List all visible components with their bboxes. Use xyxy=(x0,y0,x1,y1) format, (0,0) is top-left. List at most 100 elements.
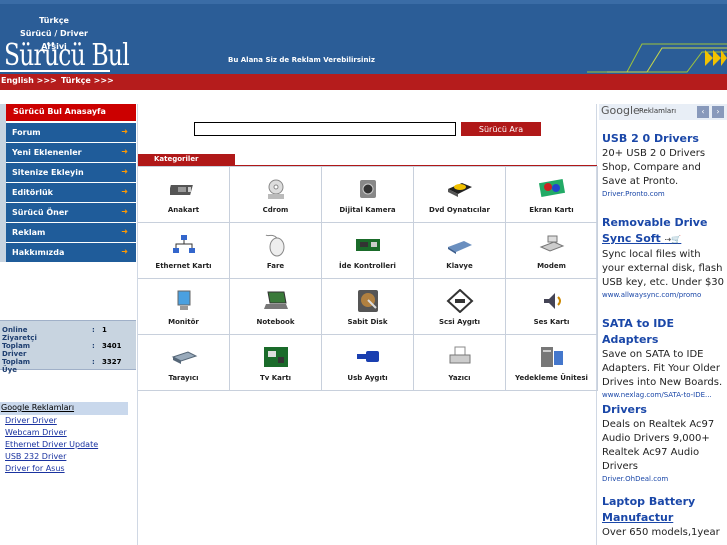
arrow-right-icon: ➜ xyxy=(121,127,128,136)
ad-title-text[interactable]: Sync Soft xyxy=(602,232,661,245)
category-harddisk[interactable]: Sabit Disk xyxy=(322,279,414,335)
google-ad-link[interactable]: Driver for Asus xyxy=(2,464,128,476)
header-decoration xyxy=(587,43,727,73)
category-keyboard[interactable]: Klavye xyxy=(414,223,506,279)
sidebar-home-link[interactable]: Sürücü Bul Anasayfa xyxy=(6,104,136,121)
tagline-line-1: Türkçe xyxy=(39,16,69,25)
category-scanner[interactable]: Tarayıcı xyxy=(138,335,230,391)
category-modem[interactable]: Modem xyxy=(506,223,598,279)
category-label: Yazıcı xyxy=(448,374,471,382)
category-notebook[interactable]: Notebook xyxy=(230,279,322,335)
stat-value: 3327 xyxy=(102,358,122,366)
sidebar-item-add-site[interactable]: Sitenize Ekleyin ➜ xyxy=(6,163,136,182)
sidebar-item-label: Editörlük xyxy=(12,188,53,197)
mouse-icon xyxy=(262,233,290,257)
right-ads-header: Google Reklamları ‹ › xyxy=(599,104,727,120)
category-grid: Anakart Cdrom Dijital Kamera Dvd Oynatıc… xyxy=(138,166,598,391)
monitor-icon xyxy=(170,289,198,313)
lang-english-link[interactable]: English >>> xyxy=(1,76,57,85)
arrow-right-icon: ➜ xyxy=(121,147,128,156)
right-ad[interactable]: Removable Drive Sync Soft ⇢🛒 Sync local … xyxy=(602,215,726,300)
category-sound[interactable]: Ses Kartı xyxy=(506,279,598,335)
ad-url[interactable]: www.allwaysync.com/promo xyxy=(602,290,726,300)
network-icon xyxy=(170,233,198,257)
sidebar-item-new[interactable]: Yeni Eklenenler ➜ xyxy=(6,143,136,162)
ad-title[interactable]: SATA to IDE Adapters xyxy=(602,316,726,348)
backup-unit-icon xyxy=(538,345,566,369)
sidebar-item-ads[interactable]: Reklam ➜ xyxy=(6,223,136,242)
google-ad-link[interactable]: Driver Driver xyxy=(2,416,128,428)
category-usb[interactable]: Usb Aygıtı xyxy=(322,335,414,391)
category-ethernet[interactable]: Ethernet Kartı xyxy=(138,223,230,279)
google-ad-link[interactable]: Ethernet Driver Update xyxy=(2,440,128,452)
right-ad[interactable]: Laptop Battery Manufactur Over 650 model… xyxy=(602,494,726,540)
category-printer[interactable]: Yazıcı xyxy=(414,335,506,391)
ad-description: Sync local files with your external disk… xyxy=(602,249,725,288)
site-logo[interactable]: Sürücü Bul xyxy=(4,40,130,72)
search-input[interactable] xyxy=(194,122,456,136)
category-ide[interactable]: İde Kontrolleri xyxy=(322,223,414,279)
category-label: Ethernet Kartı xyxy=(155,262,212,270)
camera-icon xyxy=(354,177,382,201)
category-tvcard[interactable]: Tv Kartı xyxy=(230,335,322,391)
cart-icon: ⇢🛒 xyxy=(664,235,682,244)
sidebar-nav: Forum ➜ Yeni Eklenenler ➜ Sitenize Ekleyin… xyxy=(6,123,136,263)
google-ad-link[interactable]: USB 232 Driver xyxy=(2,452,128,464)
category-label: Ses Kartı xyxy=(533,318,570,326)
category-monitor[interactable]: Monitör xyxy=(138,279,230,335)
notebook-icon xyxy=(262,289,290,313)
logo-underline xyxy=(0,70,110,72)
category-dvd[interactable]: Dvd Oynatıcılar xyxy=(414,167,506,223)
ad-title-line-2[interactable]: Sync Soft ⇢🛒 xyxy=(602,231,726,248)
right-ad[interactable]: SATA to IDE Adapters Save on SATA to IDE… xyxy=(602,316,726,400)
category-label: Dvd Oynatıcılar xyxy=(429,206,490,214)
arrow-right-icon: ➜ xyxy=(121,247,128,256)
sidebar-item-forum[interactable]: Forum ➜ xyxy=(6,123,136,142)
arrow-right-icon: ➜ xyxy=(121,207,128,216)
categories-tab: Kategoriler xyxy=(138,154,235,165)
right-ad[interactable]: USB 2 0 Drivers 20+ USB 2 0 Drivers Shop… xyxy=(602,131,726,199)
chevron-left-icon[interactable]: ‹ xyxy=(697,106,709,118)
sidebar-item-editor[interactable]: Editörlük ➜ xyxy=(6,183,136,202)
category-label: Tv Kartı xyxy=(259,374,292,382)
ad-title-line-2[interactable]: Manufactur xyxy=(602,510,726,526)
sidebar-item-suggest[interactable]: Sürücü Öner ➜ xyxy=(6,203,136,222)
sidebar-item-about[interactable]: Hakkımızda ➜ xyxy=(6,243,136,262)
ad-url[interactable]: Driver.Pronto.com xyxy=(602,189,726,199)
stat-label: Online Ziyaretçi xyxy=(2,326,37,342)
google-ad-link[interactable]: Webcam Driver xyxy=(2,428,128,440)
ad-title[interactable]: USB 2 0 Drivers xyxy=(602,131,726,147)
header-ad-text: Bu Alana Siz de Reklam Verebilirsiniz xyxy=(228,56,375,64)
category-anakart[interactable]: Anakart xyxy=(138,167,230,223)
sidebar-item-label: Yeni Eklenenler xyxy=(12,148,82,157)
category-camera[interactable]: Dijital Kamera xyxy=(322,167,414,223)
printer-icon xyxy=(446,345,474,369)
category-label: Usb Aygıtı xyxy=(347,374,388,382)
ad-description: Deals on Realtek Ac97 Audio Drivers 9,00… xyxy=(602,419,715,472)
ad-title[interactable]: Laptop Battery xyxy=(602,494,726,510)
category-label: Yedekleme Ünitesi xyxy=(515,374,588,382)
category-label: Anakart xyxy=(167,206,200,214)
ad-url[interactable]: Driver.OhDeal.com xyxy=(602,474,726,484)
ad-description: Over 650 models,1year xyxy=(602,527,720,538)
category-label: Modem xyxy=(537,262,566,270)
category-backup[interactable]: Yedekleme Ünitesi xyxy=(506,335,598,391)
category-cdrom[interactable]: Cdrom xyxy=(230,167,322,223)
category-graphics[interactable]: Ekran Kartı xyxy=(506,167,598,223)
right-ads-label: Reklamları xyxy=(639,107,677,115)
ide-controller-icon xyxy=(354,233,382,257)
category-label: Tarayıcı xyxy=(168,374,199,382)
category-scsi[interactable]: Scsi Aygıtı xyxy=(414,279,506,335)
google-ads-title[interactable]: Google Reklamları xyxy=(0,402,128,415)
ad-title[interactable]: Drivers xyxy=(602,402,726,418)
lang-turkish-link[interactable]: Türkçe >>> xyxy=(61,76,114,85)
category-mouse[interactable]: Fare xyxy=(230,223,322,279)
ad-title[interactable]: Removable Drive xyxy=(602,215,726,231)
right-ad[interactable]: Drivers Deals on Realtek Ac97 Audio Driv… xyxy=(602,402,726,484)
stat-label: Toplam Driver xyxy=(2,342,31,358)
chevron-right-icon[interactable]: › xyxy=(712,106,724,118)
hard-disk-icon xyxy=(354,289,382,313)
search-button[interactable]: Sürücü Ara xyxy=(461,122,541,136)
sidebar-item-label: Reklam xyxy=(12,228,46,237)
ad-url[interactable]: www.nexlag.com/SATA-to-IDE... xyxy=(602,390,726,400)
